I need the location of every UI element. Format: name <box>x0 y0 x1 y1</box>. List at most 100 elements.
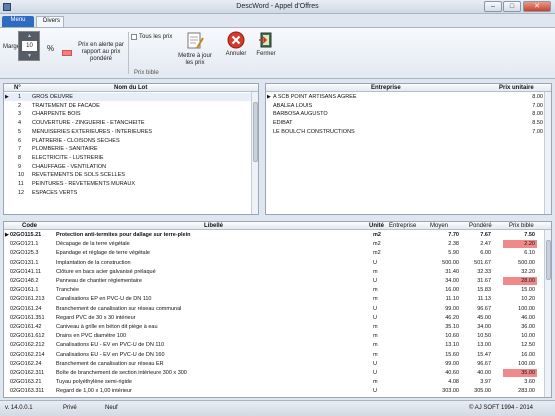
articles-header-code[interactable]: Code <box>22 223 37 229</box>
article-prix-bible[interactable]: 100.00 <box>518 306 535 312</box>
entreprise-row[interactable]: ABALEA LOUIS 7.00 <box>266 102 545 110</box>
current-row-icon: ▶ <box>5 94 9 100</box>
article-moyen: 16.00 <box>445 287 459 294</box>
article-row[interactable]: 02GO162.311 Boîte de branchement de secti… <box>4 369 545 377</box>
article-row[interactable]: 02GO131.1 Implantation de la construction… <box>4 259 545 267</box>
article-pondere: 3.97 <box>480 379 491 386</box>
lot-num: 2 <box>18 102 22 109</box>
tous-prix-checkbox[interactable] <box>131 34 137 40</box>
lot-row[interactable]: 11 PEINTURES - REVETEMENTS MURAUX <box>4 180 252 188</box>
lot-row[interactable]: 10 REVETEMENTS DE SOLS SCELLES <box>4 171 252 179</box>
article-row[interactable]: 02GO162.24 Branchement de canalisation su… <box>4 360 545 368</box>
article-row[interactable]: 02GO141.11 Clôture en bacs acier galvanis… <box>4 268 545 276</box>
article-row[interactable]: 02GO161.42 Caniveau à grille en béton dit… <box>4 323 545 331</box>
entreprise-row[interactable]: EDIBAT 8.50 <box>266 119 545 127</box>
lot-row[interactable]: 6 PLATRERIE - CLOISONS SECHES <box>4 137 252 145</box>
article-prix-bible[interactable]: 46.00 <box>521 315 535 321</box>
entreprises-scrollbar[interactable] <box>544 92 551 214</box>
lot-row[interactable]: 12 ESPACES VERTS <box>4 189 252 197</box>
lot-row[interactable]: 7 PLOMBERIE - SANITAIRE <box>4 145 252 153</box>
tab-divers[interactable]: Divers <box>36 16 64 27</box>
lot-row[interactable]: 3 CHARPENTE BOIS <box>4 110 252 118</box>
article-prix-bible[interactable]: 6.10 <box>524 250 535 256</box>
articles-scrollbar[interactable] <box>544 230 551 397</box>
articles-scroll-thumb[interactable] <box>546 240 551 280</box>
marge-value[interactable]: 10 <box>22 41 37 51</box>
article-row[interactable]: 02GO125.3 Epandage et réglage de terre vé… <box>4 249 545 257</box>
article-row[interactable]: 02GO162.214 Canalisations EU - EV en PVC-… <box>4 351 545 359</box>
lots-scroll-thumb[interactable] <box>253 102 258 162</box>
lot-row[interactable]: 9 CHAUFFAGE - VENTILATION <box>4 163 252 171</box>
lots-header-num[interactable]: N° <box>14 85 21 91</box>
lot-name: TRAITEMENT DE FACADE <box>32 102 100 109</box>
article-prix-bible[interactable]: 15.00 <box>521 287 535 293</box>
article-prix-bible[interactable]: 7.50 <box>524 232 535 238</box>
alert-label: Prix en alerte par rapport au prix pondé… <box>78 42 124 62</box>
article-row[interactable]: ▶ 02GO115.21 Protection anti-termites pour… <box>4 231 545 239</box>
articles-header-bible[interactable]: Prix bible <box>509 223 534 229</box>
entreprises-header-name[interactable]: Entreprise <box>371 85 401 91</box>
article-row[interactable]: 02GO161.213 Canalisations EP en PVC-U de … <box>4 295 545 303</box>
lot-row[interactable]: 2 TRAITEMENT DE FACADE <box>4 102 252 110</box>
entreprise-row[interactable]: BARBOSA AUGUSTO 8.00 <box>266 110 545 118</box>
article-prix-bible[interactable]: 100.00 <box>518 361 535 367</box>
marge-spinner[interactable]: ▲ 10 ▼ <box>18 31 40 61</box>
articles-header-pondere[interactable]: Pondéré <box>469 223 492 229</box>
article-row[interactable]: 02GO161.351 Regard PVC de 30 x 30 intérie… <box>4 314 545 322</box>
article-pondere: 6.00 <box>480 250 491 257</box>
articles-header-libelle[interactable]: Libellé <box>204 223 223 229</box>
article-row[interactable]: 02GO148.2 Panneau de chantier réglementai… <box>4 277 545 285</box>
lots-header-name[interactable]: Nom du Lot <box>114 85 147 91</box>
article-prix-bible[interactable]: 12.50 <box>521 342 535 348</box>
cancel-button[interactable]: Annuler <box>222 31 250 57</box>
document-pen-icon <box>187 32 204 49</box>
article-moyen: 35.10 <box>445 324 459 330</box>
entreprise-row[interactable]: LE BOULC'H CONSTRUCTIONS 7.00 <box>266 128 545 136</box>
article-prix-bible[interactable]: 3.60 <box>524 379 535 385</box>
articles-header-unite[interactable]: Unité <box>369 223 384 229</box>
article-row[interactable]: 02GO162.212 Canalisations EU - EV en PVC-… <box>4 341 545 349</box>
article-row[interactable]: 02GO161.612 Drains en PVC diamètre 100 m 10… <box>4 332 545 340</box>
article-row[interactable]: 02GO161.1 Tranchée m 16.00 15.83 15.00 <box>4 286 545 294</box>
close-window-button[interactable]: ✕ <box>523 1 551 12</box>
article-libelle: Boîte de branchement de section intérieu… <box>56 370 187 376</box>
article-prix-bible[interactable]: 16.00 <box>521 352 535 358</box>
spin-down-icon[interactable]: ▼ <box>27 53 32 59</box>
article-unite: m <box>373 268 378 275</box>
article-prix-bible[interactable]: 500.00 <box>518 260 535 266</box>
articles-header-moyen[interactable]: Moyen <box>430 223 448 229</box>
entreprise-name: BARBOSA AUGUSTO <box>273 111 328 118</box>
article-prix-bible[interactable]: 10.20 <box>521 296 535 302</box>
article-prix-bible[interactable]: 32.20 <box>521 269 535 275</box>
article-prix-bible[interactable]: 36.00 <box>521 324 535 330</box>
lot-row[interactable]: 5 MENUISERIES EXTERIEURES - INTERIEURES <box>4 128 252 136</box>
entreprises-header-price[interactable]: Prix unitaire <box>499 85 534 91</box>
article-moyen: 40.60 <box>445 370 459 376</box>
article-row[interactable]: 02GO163.21 Tuyau polyéthylène semi-rigide… <box>4 378 545 386</box>
tab-menu[interactable]: Menu <box>2 16 34 27</box>
article-row[interactable]: 02GO121.1 Décapage de la terre végétale m2… <box>4 240 545 249</box>
article-prix-bible[interactable]: 10.00 <box>521 333 535 339</box>
lot-num: 10 <box>18 172 25 179</box>
lots-scrollbar[interactable] <box>251 92 258 214</box>
lot-row[interactable]: ▶ 1 GROS OEUVRE <box>4 93 252 101</box>
article-row[interactable]: 02GO161.24 Branchement de canalisation su… <box>4 305 545 313</box>
article-prix-bible[interactable]: 283.00 <box>518 388 535 394</box>
article-prix-bible[interactable]: 35.00 <box>503 369 537 377</box>
maximize-button[interactable]: □ <box>503 1 521 12</box>
update-prices-button[interactable]: Mettre à jour les prix <box>175 31 215 67</box>
minimize-button[interactable]: – <box>484 1 502 12</box>
lot-name: REVETEMENTS DE SOLS SCELLES <box>32 172 125 179</box>
article-row[interactable]: 02GO163.311 Regard de 1,00 x 1,00 intérie… <box>4 387 545 395</box>
article-code: 02GO161.213 <box>10 296 45 303</box>
spin-up-icon[interactable]: ▲ <box>27 33 32 39</box>
articles-header-entreprise[interactable]: Entreprise <box>389 223 416 229</box>
lot-row[interactable]: 8 ELECTRICITE - LUSTRERIE <box>4 154 252 162</box>
article-prix-bible[interactable]: 28.00 <box>503 277 537 285</box>
entreprise-row[interactable]: ▶ A SCB POINT ARTISANS AGREE 8.00 <box>266 93 545 101</box>
article-libelle: Clôture en bacs acier galvanisé prélaqué <box>56 268 156 275</box>
close-button[interactable]: Fermer <box>252 31 280 57</box>
lot-row[interactable]: 4 COUVERTURE - ZINGUERIE - ETANCHEITE <box>4 119 252 127</box>
article-prix-bible[interactable]: 2.20 <box>503 240 537 249</box>
article-libelle: Panneau de chantier réglementaire <box>56 278 142 284</box>
